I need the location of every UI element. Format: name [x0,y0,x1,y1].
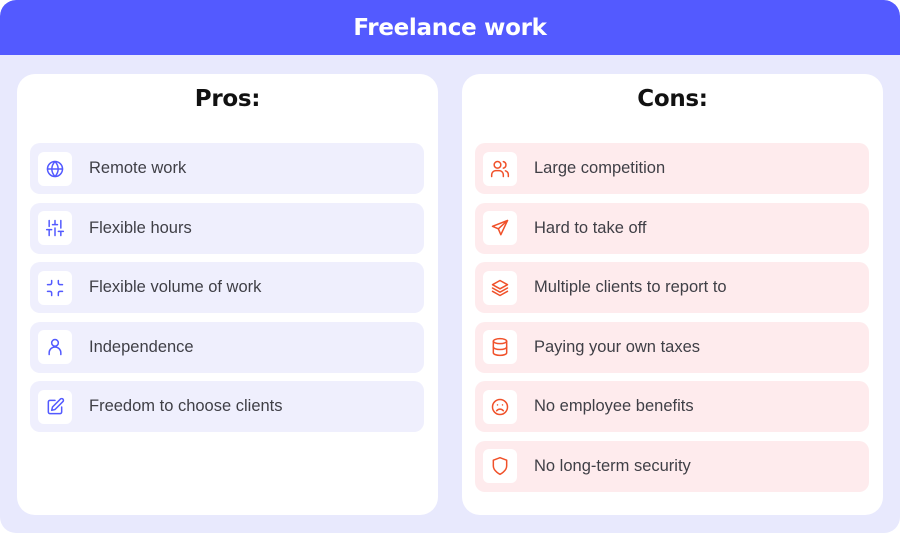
cons-item-own-taxes: Paying your own taxes [475,321,869,373]
cons-item-label: Paying your own taxes [534,337,701,356]
users-icon [483,151,517,186]
pros-item-label: Remote work [89,159,187,177]
edit-icon [38,389,72,424]
globe-icon [38,151,72,186]
frown-icon [483,389,517,424]
pros-item-remote-work: Remote work [30,143,424,194]
cons-item-no-benefits: No employee benefits [475,381,869,433]
cons-title: Cons: [637,86,708,112]
pros-item-label: Freedom to choose clients [89,397,283,416]
send-icon [483,211,517,246]
pros-item-flexible-volume: Flexible volume of work [30,262,424,314]
cons-list: Large competition Hard to take off Multi… [475,143,869,501]
minimize-icon [38,270,72,305]
cons-item-hard-take-off: Hard to take off [475,202,869,254]
cons-item-label: No long-term security [534,456,691,475]
page-title: Freelance work [353,14,547,41]
cons-item-large-competition: Large competition [475,143,869,194]
cons-item-label: Large competition [534,159,666,177]
infographic-frame: Freelance work Pros: Remote work Flexibl… [0,0,900,533]
cons-item-label: Multiple clients to report to [534,278,727,297]
cons-panel: Cons: Large competition Hard to take off… [462,74,883,515]
pros-item-flexible-hours: Flexible hours [30,202,424,254]
user-icon [38,330,72,365]
pros-item-label: Flexible hours [89,218,192,237]
header-bar: Freelance work [0,0,900,55]
database-icon [483,330,517,365]
pros-item-freedom-clients: Freedom to choose clients [30,381,424,433]
pros-item-label: Flexible volume of work [89,278,262,297]
shield-icon [483,449,517,484]
pros-title: Pros: [194,86,261,112]
sliders-icon [38,211,72,246]
pros-list: Remote work Flexible hours Flexible volu… [30,143,424,441]
pros-panel: Pros: Remote work Flexible hours Flexibl… [17,74,438,515]
cons-item-no-security: No long-term security [475,440,869,492]
cons-item-multiple-clients: Multiple clients to report to [475,262,869,314]
cons-item-label: Hard to take off [534,218,647,237]
cons-item-label: No employee benefits [534,397,694,416]
layers-icon [483,270,517,305]
pros-item-independence: Independence [30,321,424,373]
pros-item-label: Independence [89,337,194,356]
